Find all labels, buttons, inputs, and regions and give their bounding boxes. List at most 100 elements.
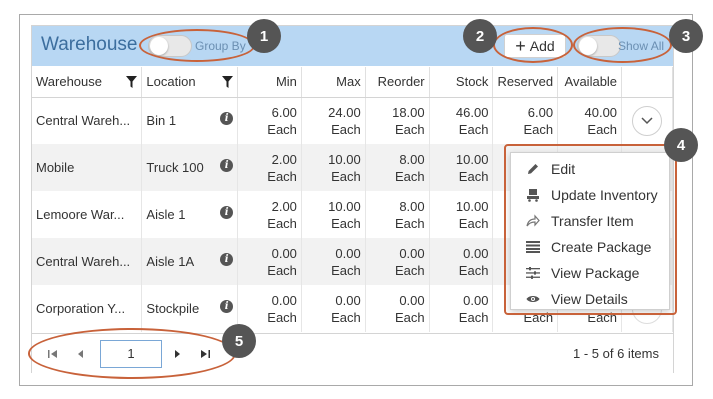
filter-icon[interactable]: [222, 76, 234, 89]
info-icon[interactable]: i: [220, 206, 234, 219]
callout-badge-5: 5: [222, 324, 256, 358]
cell-reorder: 0.00 Each: [365, 285, 430, 332]
cell-stock: 46.00 Each: [429, 97, 494, 144]
cell-max: 0.00 Each: [301, 285, 366, 332]
cell-reorder: 18.00 Each: [365, 97, 430, 144]
cell-location: Aisle 1A i: [141, 238, 239, 285]
cell-location-text: Bin 1: [146, 113, 177, 129]
cell-warehouse: Lemoore War...: [32, 191, 143, 238]
unit: Each: [267, 309, 297, 325]
row-actions-button[interactable]: [632, 105, 663, 136]
cell-location: Stockpile i: [141, 285, 239, 332]
grid-title: Warehouse: [41, 34, 138, 55]
callout-badge-4: 4: [664, 128, 698, 162]
value: 0.00: [335, 245, 361, 261]
unit: Each: [458, 168, 489, 184]
unit: Each: [523, 121, 554, 137]
value: 0.00: [271, 245, 297, 261]
column-header-max[interactable]: Max: [301, 67, 366, 98]
cell-reserved: 6.00 Each: [492, 97, 559, 144]
cell-min: 0.00 Each: [237, 285, 302, 332]
value: 10.00: [455, 151, 489, 167]
cell-warehouse: Mobile: [32, 144, 143, 191]
cell-min: 2.00 Each: [237, 191, 302, 238]
column-header-label: Location: [146, 74, 196, 90]
value: 0.00: [271, 292, 297, 308]
column-header-reorder[interactable]: Reorder: [365, 67, 430, 98]
cell-available: 40.00 Each: [557, 97, 623, 144]
cell-location: Aisle 1 i: [141, 191, 239, 238]
unit: Each: [395, 168, 425, 184]
cell-location-text: Aisle 1A: [146, 254, 195, 269]
cell-min: 6.00 Each: [237, 97, 302, 144]
column-header-stock[interactable]: Stock: [429, 67, 494, 98]
filter-icon[interactable]: [126, 76, 138, 89]
cell-stock: 10.00 Each: [429, 144, 494, 191]
table-row[interactable]: Central Wareh... Bin 1i 6.00 Each 24.00 Ea…: [32, 97, 673, 144]
cell-location: Truck 100 i: [141, 144, 239, 191]
info-icon[interactable]: i: [220, 159, 234, 172]
value: 0.00: [399, 245, 425, 261]
info-icon[interactable]: i: [220, 253, 234, 266]
value: 0.00: [463, 292, 489, 308]
info-icon[interactable]: i: [220, 112, 234, 126]
value: 0.00: [399, 292, 425, 308]
column-header-min[interactable]: Min: [237, 67, 302, 98]
chevron-down-icon: [641, 117, 653, 124]
value: 6.00: [271, 104, 297, 120]
callout-badge-3: 3: [669, 19, 703, 53]
column-header-reserved[interactable]: Reserved: [492, 67, 559, 98]
column-header-label: Warehouse: [36, 74, 102, 90]
cell-warehouse: Central Wareh...: [32, 97, 143, 144]
unit: Each: [331, 309, 361, 325]
cell-warehouse: Central Wareh...: [32, 238, 143, 285]
column-header-warehouse[interactable]: Warehouse: [32, 67, 143, 98]
unit: Each: [458, 121, 489, 137]
unit: Each: [331, 262, 361, 278]
value: 24.00: [328, 104, 361, 120]
value: 2.00: [271, 198, 297, 214]
value: 10.00: [328, 198, 361, 214]
table-header-row: Warehouse Location Min Max Reorder Stock…: [32, 67, 673, 98]
column-header-location[interactable]: Location: [141, 67, 239, 98]
cell-location-text: Stockpile: [146, 301, 200, 316]
unit: Each: [331, 215, 361, 231]
unit: Each: [395, 262, 425, 278]
unit: Each: [331, 121, 361, 137]
unit: Each: [267, 168, 297, 184]
value: 8.00: [399, 151, 425, 167]
cell-location-text: Truck 100: [146, 160, 204, 175]
cell-reorder: 8.00 Each: [365, 144, 430, 191]
unit: Each: [267, 121, 297, 137]
value: 46.00: [455, 104, 489, 120]
callout-badge-1: 1: [247, 19, 281, 53]
value: 0.00: [463, 245, 489, 261]
value: 10.00: [455, 198, 489, 214]
cell-warehouse: Corporation Y...: [32, 285, 143, 332]
callout-badge-2: 2: [463, 19, 497, 53]
unit: Each: [458, 215, 489, 231]
cell-stock: 10.00 Each: [429, 191, 494, 238]
cell-max: 24.00 Each: [301, 97, 366, 144]
unit: Each: [395, 121, 425, 137]
unit: Each: [458, 262, 489, 278]
cell-reorder: 0.00 Each: [365, 238, 430, 285]
unit: Each: [395, 309, 425, 325]
callout-outline-show-all: [573, 27, 672, 63]
callout-outline-pager: [28, 328, 236, 379]
unit: Each: [458, 309, 489, 325]
value: 40.00: [584, 104, 618, 120]
column-header-actions: [621, 67, 673, 98]
cell-min: 2.00 Each: [237, 144, 302, 191]
unit: Each: [395, 215, 425, 231]
info-icon[interactable]: i: [220, 300, 234, 313]
unit: Each: [331, 168, 361, 184]
column-header-available[interactable]: Available: [557, 67, 623, 98]
value: 6.00: [527, 104, 554, 120]
cell-min: 0.00 Each: [237, 238, 302, 285]
unit: Each: [267, 262, 297, 278]
unit: Each: [267, 215, 297, 231]
value: 8.00: [399, 198, 425, 214]
callout-outline-menu: [504, 144, 677, 315]
value: 10.00: [328, 151, 361, 167]
